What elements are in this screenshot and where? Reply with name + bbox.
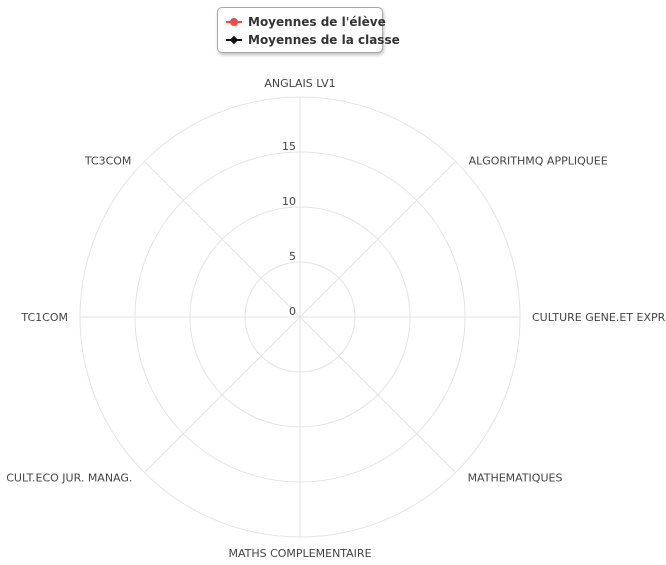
category-label: TC1COM — [20, 311, 68, 324]
chart-legend: Moyennes de l'élève Moyennes de la class… — [217, 7, 400, 53]
red-dot-line-icon — [226, 17, 242, 27]
radar-chart: 0 5 10 15 ANGLAIS LV1 ALGORITHMQ APPLIQUEE CU… — [6, 77, 665, 560]
legend-label-class: Moyennes de la classe — [248, 33, 400, 47]
radial-tick-label: 5 — [289, 250, 296, 263]
legend-label-student: Moyennes de l'élève — [248, 15, 386, 29]
category-label: CULT.ECO JUR. MANAG. — [6, 472, 132, 485]
category-label: TC3COM — [84, 154, 132, 167]
grid-spoke — [299, 316, 456, 473]
grid-spoke — [144, 161, 301, 318]
grid-spoke — [299, 161, 456, 318]
grid-spoke — [144, 316, 301, 473]
radial-tick-labels: 0 5 10 15 — [282, 140, 296, 318]
radial-tick-label: 15 — [282, 140, 296, 153]
black-diamond-line-icon — [226, 35, 242, 45]
category-label: ALGORITHMQ APPLIQUEE — [469, 154, 608, 167]
radar-grid — [79, 96, 521, 538]
radial-tick-label: 10 — [282, 195, 296, 208]
category-label: CULTURE GENE.ET EXPR — [532, 311, 666, 324]
category-label: MATHEMATIQUES — [468, 472, 563, 485]
radial-tick-label: 0 — [289, 305, 296, 318]
category-labels: ANGLAIS LV1 ALGORITHMQ APPLIQUEE CULTURE G… — [6, 77, 665, 560]
legend-item-class[interactable]: Moyennes de la classe — [226, 31, 400, 49]
legend-item-student[interactable]: Moyennes de l'élève — [226, 13, 386, 31]
category-label: MATHS COMPLEMENTAIRE — [228, 547, 371, 560]
category-label: ANGLAIS LV1 — [264, 77, 335, 90]
